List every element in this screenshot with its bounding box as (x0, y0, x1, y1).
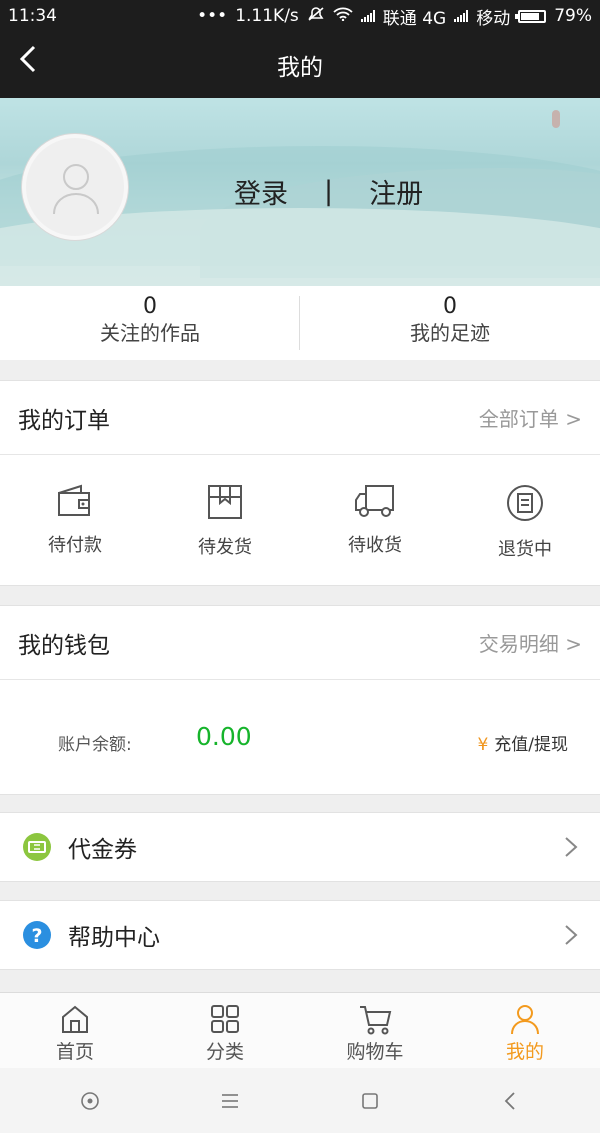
help-center-label: 帮助中心 (68, 925, 160, 951)
seal-decoration (552, 110, 560, 128)
carrier-1: 联通 4G (382, 8, 447, 29)
auth-separator: | (324, 176, 334, 207)
user-avatar-icon (53, 164, 99, 215)
auth-links: 登录 | 注册 (234, 172, 423, 211)
stat-label: 我的足迹 (410, 321, 490, 345)
tab-label: 购物车 (346, 1041, 404, 1063)
orders-header: 我的订单 全部订单 > (0, 381, 600, 455)
chevron-left-icon (504, 1091, 515, 1110)
wallet-icon (58, 484, 90, 516)
signal-icon-2 (454, 10, 469, 22)
back-nav-button[interactable] (490, 1081, 530, 1121)
stat-value: 0 (143, 294, 157, 319)
tab-category[interactable]: 分类 (150, 993, 300, 1068)
wallet-title: 我的钱包 (18, 632, 110, 659)
order-item-label: 待收货 (348, 535, 402, 556)
order-pending-payment[interactable]: 待付款 (0, 455, 150, 585)
balance-value: 0.00 (196, 722, 252, 751)
wallet-header: 我的钱包 交易明细 > (0, 606, 600, 680)
truck-icon (355, 485, 394, 517)
wallet-body: 账户余额: 0.00 ¥ 充值/提现 (0, 680, 600, 794)
wifi-icon (333, 6, 353, 26)
return-icon (507, 485, 543, 521)
signal-icon (360, 10, 375, 22)
home-nav-button[interactable] (350, 1081, 390, 1121)
stat-value: 0 (443, 294, 457, 319)
tab-label: 首页 (55, 1041, 94, 1063)
menu-icon (222, 1093, 238, 1108)
profile-banner: 登录 | 注册 (0, 98, 600, 286)
status-time: 11:34 (8, 6, 57, 26)
order-item-label: 退货中 (498, 539, 552, 560)
user-icon (511, 1005, 539, 1035)
orders-title: 我的订单 (18, 407, 110, 434)
voucher-row[interactable]: 代金券 (0, 812, 600, 882)
all-orders-link[interactable]: 全部订单 > (479, 403, 582, 432)
stat-footprints[interactable]: 0 我的足迹 (300, 286, 600, 360)
avatar[interactable] (22, 134, 128, 240)
order-returning[interactable]: 退货中 (450, 455, 600, 585)
tab-home[interactable]: 首页 (0, 993, 150, 1068)
svg-text:?: ? (31, 925, 42, 947)
status-dots: ••• (197, 6, 228, 26)
recharge-withdraw-button[interactable]: ¥ 充值/提现 (477, 730, 568, 755)
order-pending-receipt[interactable]: 待收货 (300, 455, 450, 585)
recharge-label: 充值/提现 (494, 735, 568, 755)
battery-level: 79% (554, 6, 592, 26)
mute-icon (307, 6, 325, 27)
chevron-right-icon (565, 837, 578, 857)
page-title: 我的 (277, 55, 323, 81)
tab-mine[interactable]: 我的 (450, 993, 600, 1068)
balance-label: 账户余额: (58, 735, 132, 755)
bottom-tab-bar: 首页 分类 购物车 我的 (0, 992, 600, 1068)
order-pending-shipment[interactable]: 待发货 (150, 455, 300, 585)
stat-followed-works[interactable]: 0 关注的作品 (0, 286, 300, 360)
status-bar: 11:34 ••• 1.11K/s 联通 4G 移动 79% (0, 0, 600, 32)
help-icon: ? (23, 921, 51, 949)
voucher-label: 代金券 (68, 837, 137, 863)
circle-dot-icon (81, 1091, 99, 1110)
battery-icon (515, 9, 547, 23)
wallet-card: 我的钱包 交易明细 > 账户余额: 0.00 ¥ 充值/提现 (0, 605, 600, 795)
system-nav-bar (0, 1068, 600, 1133)
stat-label: 关注的作品 (100, 321, 200, 345)
orders-card: 我的订单 全部订单 > 待付款 待发货 待收货 退货中 (0, 380, 600, 586)
yen-icon: ¥ (477, 735, 489, 755)
tab-cart[interactable]: 购物车 (300, 993, 450, 1068)
voucher-icon (23, 833, 51, 861)
carrier-2: 移动 (476, 8, 511, 29)
box-icon (208, 485, 242, 519)
cart-icon (360, 1006, 392, 1035)
register-link[interactable]: 注册 (369, 172, 423, 211)
order-item-label: 待发货 (198, 537, 252, 558)
nav-bar: 我的 (0, 32, 600, 98)
square-icon (362, 1092, 378, 1109)
home-icon (62, 1005, 88, 1033)
order-item-label: 待付款 (48, 535, 102, 556)
tab-label: 分类 (205, 1041, 244, 1063)
network-speed: 1.11K/s (235, 6, 299, 26)
login-link[interactable]: 登录 (234, 172, 288, 211)
assistant-button[interactable] (70, 1081, 110, 1121)
menu-button[interactable] (210, 1081, 250, 1121)
category-icon (211, 1005, 239, 1033)
help-center-row[interactable]: ? 帮助中心 (0, 900, 600, 970)
tab-label: 我的 (505, 1041, 544, 1063)
transactions-link[interactable]: 交易明细 > (479, 628, 582, 657)
stats-bar: 0 关注的作品 0 我的足迹 (0, 286, 600, 360)
chevron-right-icon (565, 925, 578, 945)
order-status-row: 待付款 待发货 待收货 退货中 (0, 455, 600, 585)
